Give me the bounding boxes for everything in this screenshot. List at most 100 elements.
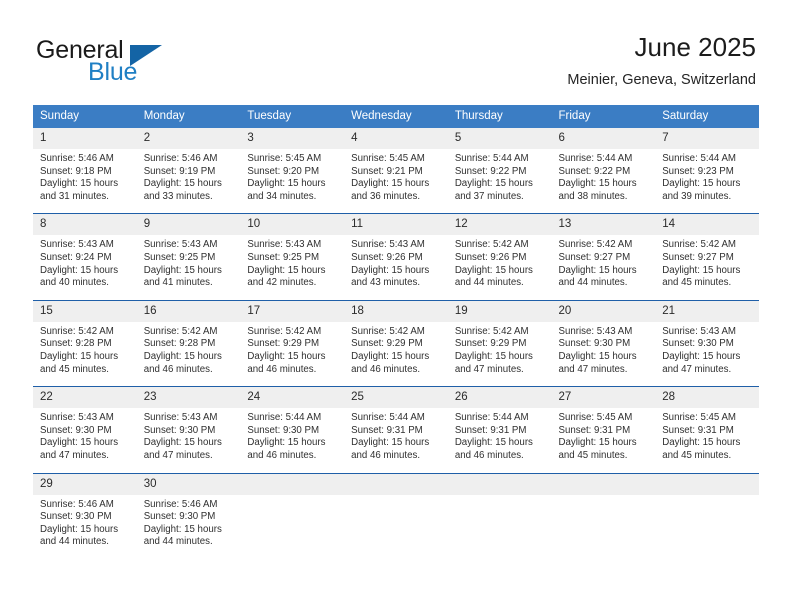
day-cell-3[interactable]: Sunrise: 5:45 AM Sunset: 9:20 PM Daylight:… (240, 149, 344, 213)
daylight-text: Daylight: 15 hours and 46 minutes. (247, 350, 326, 375)
calendar-week-row: 1 2 3 4 5 6 7 Sunrise: 5:46 AM Sunset: 9:18 PM Da… (33, 128, 759, 214)
daylight-text: Daylight: 15 hours and 44 minutes. (558, 264, 637, 289)
day-cell-1[interactable]: Sunrise: 5:46 AM Sunset: 9:18 PM Daylight:… (33, 149, 137, 213)
day-number-25[interactable]: 25 (344, 387, 448, 408)
day-cell-13[interactable]: Sunrise: 5:42 AM Sunset: 9:27 PM Daylight:… (552, 235, 656, 299)
sunset-text: Sunset: 9:30 PM (558, 338, 631, 350)
day-number-15[interactable]: 15 (33, 301, 137, 322)
day-number-26[interactable]: 26 (448, 387, 552, 408)
sunrise-text: Sunrise: 5:45 AM (351, 153, 425, 164)
day-number-4[interactable]: 4 (344, 128, 448, 149)
day-cell-11[interactable]: Sunrise: 5:43 AM Sunset: 9:26 PM Daylight:… (344, 235, 448, 299)
day-number-2[interactable]: 2 (137, 128, 241, 149)
sunset-text: Sunset: 9:18 PM (40, 165, 112, 177)
day-cell-empty (552, 495, 656, 559)
day-number-1[interactable]: 1 (33, 128, 137, 149)
day-number-11[interactable]: 11 (344, 214, 448, 235)
calendar-week-row: 15 16 17 18 19 20 21 Sunrise: 5:42 AM Sunset: 9:… (33, 299, 759, 387)
daylight-text: Daylight: 15 hours and 34 minutes. (247, 178, 326, 202)
daylight-text: Daylight: 15 hours and 39 minutes. (662, 178, 741, 202)
sunrise-text: Sunrise: 5:42 AM (454, 239, 529, 251)
day-cell-2[interactable]: Sunrise: 5:46 AM Sunset: 9:19 PM Daylight:… (137, 149, 241, 213)
day-number-20[interactable]: 20 (552, 301, 656, 322)
day-cell-14[interactable]: Sunrise: 5:42 AM Sunset: 9:27 PM Daylight:… (655, 235, 759, 299)
day-number-22[interactable]: 22 (33, 387, 137, 408)
day-number-19[interactable]: 19 (448, 301, 552, 322)
sunset-text: Sunset: 9:30 PM (247, 424, 320, 436)
day-cell-12[interactable]: Sunrise: 5:42 AM Sunset: 9:26 PM Daylight:… (448, 235, 552, 299)
day-number-14[interactable]: 14 (655, 214, 759, 235)
sunset-text: Sunset: 9:27 PM (662, 251, 734, 263)
sunset-text: Sunset: 9:28 PM (143, 338, 216, 350)
day-cell-5[interactable]: Sunrise: 5:44 AM Sunset: 9:22 PM Daylight:… (448, 149, 552, 213)
daylight-text: Daylight: 15 hours and 44 minutes. (40, 523, 119, 548)
day-cell-29[interactable]: Sunrise: 5:46 AM Sunset: 9:30 PM Daylight:… (33, 495, 137, 559)
daylight-text: Daylight: 15 hours and 46 minutes. (351, 437, 430, 461)
daylight-text: Daylight: 15 hours and 45 minutes. (662, 264, 741, 289)
sunrise-sunset-calendar: Sunday Monday Tuesday Wednesday Thursday Frid… (33, 105, 759, 559)
day-number-3[interactable]: 3 (240, 128, 344, 149)
day-number-empty (655, 474, 759, 495)
daylight-text: Daylight: 15 hours and 46 minutes. (247, 437, 326, 461)
sunrise-text: Sunrise: 5:46 AM (143, 153, 218, 164)
day-number-24[interactable]: 24 (240, 387, 344, 408)
day-cell-25[interactable]: Sunrise: 5:44 AM Sunset: 9:31 PM Daylight:… (344, 408, 448, 472)
sunset-text: Sunset: 9:30 PM (40, 424, 112, 436)
day-detail-band: Sunrise: 5:43 AM Sunset: 9:24 PM Daylight:… (33, 235, 759, 300)
day-number-28[interactable]: 28 (655, 387, 759, 408)
day-number-29[interactable]: 29 (33, 474, 137, 495)
day-number-8[interactable]: 8 (33, 214, 137, 235)
sunset-text: Sunset: 9:19 PM (143, 165, 216, 177)
day-number-empty (448, 474, 552, 495)
day-cell-27[interactable]: Sunrise: 5:45 AM Sunset: 9:31 PM Daylight:… (552, 408, 656, 472)
day-number-6[interactable]: 6 (552, 128, 656, 149)
day-number-16[interactable]: 16 (137, 301, 241, 322)
sunset-text: Sunset: 9:24 PM (40, 251, 112, 263)
day-cell-8[interactable]: Sunrise: 5:43 AM Sunset: 9:24 PM Daylight:… (33, 235, 137, 299)
day-cell-16[interactable]: Sunrise: 5:42 AM Sunset: 9:28 PM Daylight:… (137, 322, 241, 386)
day-cell-30[interactable]: Sunrise: 5:46 AM Sunset: 9:30 PM Daylight:… (137, 495, 241, 559)
day-number-12[interactable]: 12 (448, 214, 552, 235)
day-cell-9[interactable]: Sunrise: 5:43 AM Sunset: 9:25 PM Daylight:… (137, 235, 241, 299)
day-number-21[interactable]: 21 (655, 301, 759, 322)
day-cell-empty (448, 495, 552, 559)
sunset-text: Sunset: 9:26 PM (351, 251, 423, 263)
day-cell-26[interactable]: Sunrise: 5:44 AM Sunset: 9:31 PM Daylight:… (448, 408, 552, 472)
daylight-text: Daylight: 15 hours and 47 minutes. (40, 437, 119, 461)
day-cell-28[interactable]: Sunrise: 5:45 AM Sunset: 9:31 PM Daylight:… (655, 408, 759, 472)
day-number-30[interactable]: 30 (137, 474, 241, 495)
day-number-9[interactable]: 9 (137, 214, 241, 235)
day-cell-20[interactable]: Sunrise: 5:43 AM Sunset: 9:30 PM Daylight:… (552, 322, 656, 386)
day-cell-4[interactable]: Sunrise: 5:45 AM Sunset: 9:21 PM Daylight:… (344, 149, 448, 213)
page-subtitle-location: Meinier, Geneva, Switzerland (567, 72, 756, 88)
daylight-text: Daylight: 15 hours and 40 minutes. (40, 264, 119, 289)
day-cell-15[interactable]: Sunrise: 5:42 AM Sunset: 9:28 PM Daylight:… (33, 322, 137, 386)
weekday-header-saturday: Saturday (662, 110, 709, 122)
sunrise-text: Sunrise: 5:43 AM (40, 412, 114, 424)
sunset-text: Sunset: 9:31 PM (454, 424, 527, 436)
day-number-13[interactable]: 13 (552, 214, 656, 235)
day-number-7[interactable]: 7 (655, 128, 759, 149)
sunrise-text: Sunrise: 5:45 AM (558, 412, 633, 424)
day-cell-24[interactable]: Sunrise: 5:44 AM Sunset: 9:30 PM Daylight:… (240, 408, 344, 472)
day-cell-19[interactable]: Sunrise: 5:42 AM Sunset: 9:29 PM Daylight:… (448, 322, 552, 386)
day-cell-18[interactable]: Sunrise: 5:42 AM Sunset: 9:29 PM Daylight:… (344, 322, 448, 386)
day-cell-10[interactable]: Sunrise: 5:43 AM Sunset: 9:25 PM Daylight:… (240, 235, 344, 299)
day-number-17[interactable]: 17 (240, 301, 344, 322)
day-cell-17[interactable]: Sunrise: 5:42 AM Sunset: 9:29 PM Daylight:… (240, 322, 344, 386)
day-number-18[interactable]: 18 (344, 301, 448, 322)
daylight-text: Daylight: 15 hours and 33 minutes. (143, 178, 222, 202)
day-cell-21[interactable]: Sunrise: 5:43 AM Sunset: 9:30 PM Daylight:… (655, 322, 759, 386)
day-number-27[interactable]: 27 (552, 387, 656, 408)
day-cell-23[interactable]: Sunrise: 5:43 AM Sunset: 9:30 PM Daylight:… (137, 408, 241, 472)
day-number-empty (240, 474, 344, 495)
day-cell-6[interactable]: Sunrise: 5:44 AM Sunset: 9:22 PM Daylight:… (552, 149, 656, 213)
day-detail-band: Sunrise: 5:42 AM Sunset: 9:28 PM Daylight:… (33, 321, 759, 387)
day-cell-7[interactable]: Sunrise: 5:44 AM Sunset: 9:23 PM Daylight:… (655, 149, 759, 213)
day-number-10[interactable]: 10 (240, 214, 344, 235)
day-cell-22[interactable]: Sunrise: 5:43 AM Sunset: 9:30 PM Daylight:… (33, 408, 137, 472)
day-number-23[interactable]: 23 (137, 387, 241, 408)
daylight-text: Daylight: 15 hours and 44 minutes. (454, 264, 533, 289)
weekday-header-tuesday: Tuesday (247, 110, 292, 122)
day-number-5[interactable]: 5 (448, 128, 552, 149)
